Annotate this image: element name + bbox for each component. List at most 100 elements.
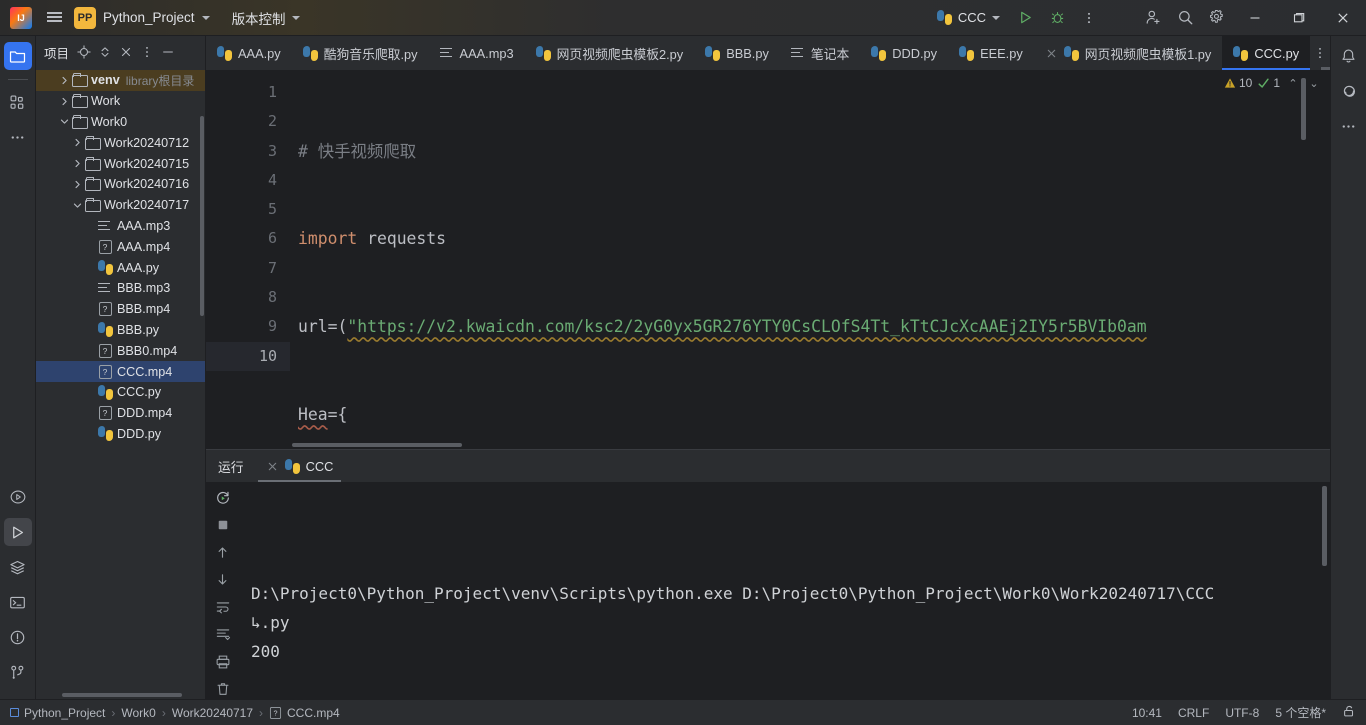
line-number[interactable]: 4 [206, 166, 290, 195]
tree-item[interactable]: AAA.mp3 [36, 216, 205, 237]
scroll-up-button[interactable] [212, 543, 234, 563]
stop-button[interactable] [212, 515, 234, 535]
panel-options-icon[interactable] [137, 42, 157, 62]
sidebar-item-run-anything[interactable] [4, 483, 32, 511]
tree-item[interactable]: DDD.py [36, 424, 205, 445]
clear-all-button[interactable] [212, 679, 234, 699]
tree-item[interactable]: ? CCC.mp4 [36, 361, 205, 382]
editor-tab[interactable]: AAA.mp3 [429, 36, 525, 70]
editor-code-area[interactable]: # 快手视频爬取 import requests url=("https://v… [290, 70, 1330, 449]
tree-item[interactable]: CCC.py [36, 382, 205, 403]
line-number[interactable]: 8 [206, 283, 290, 312]
editor-horizontal-scrollbar[interactable] [292, 443, 462, 447]
line-number[interactable]: 5 [206, 195, 290, 224]
sidebar-item-services[interactable] [4, 553, 32, 581]
editor-tab[interactable]: 网页视频爬虫模板2.py [525, 36, 695, 70]
lock-icon[interactable] [1342, 704, 1356, 721]
editor-tab[interactable]: CCC.py [1222, 36, 1311, 70]
editor-tab[interactable]: 网页视频爬虫模板1.py [1034, 36, 1223, 70]
right-rail-more-button[interactable] [1335, 112, 1363, 140]
project-tree[interactable]: venv library根目录 Work Work0 Work20240712 Work2… [36, 68, 205, 699]
line-number[interactable]: 9 [206, 312, 290, 341]
add-user-button[interactable] [1138, 4, 1168, 32]
debug-button[interactable] [1042, 4, 1072, 32]
code-editor[interactable]: 1 2 3 4 5 6 7 8 9 10 # 快手视频爬取 import requests url… [206, 70, 1330, 449]
editor-tab[interactable]: AAA.py [206, 36, 292, 70]
print-button[interactable] [212, 652, 234, 672]
tree-item[interactable]: Work [36, 91, 205, 112]
sidebar-item-more[interactable] [4, 123, 32, 151]
breadcrumb-item[interactable]: Python_Project [10, 706, 105, 720]
sidebar-item-structure[interactable] [4, 88, 32, 116]
encoding-widget[interactable]: UTF-8 [1225, 706, 1259, 720]
close-icon[interactable] [1045, 47, 1058, 60]
scroll-to-end-button[interactable] [212, 624, 234, 644]
line-number[interactable]: 6 [206, 224, 290, 253]
sidebar-item-version-control[interactable] [4, 658, 32, 686]
run-output-scrollbar[interactable] [1322, 486, 1327, 566]
ai-assistant-button[interactable] [1335, 77, 1363, 105]
line-number[interactable]: 7 [206, 254, 290, 283]
chevron-right-icon[interactable] [70, 157, 84, 171]
run-button[interactable] [1010, 4, 1040, 32]
editor-tab[interactable]: EEE.py [948, 36, 1034, 70]
project-tree-horizontal-scrollbar[interactable] [62, 693, 182, 697]
tree-item[interactable]: Work20240717 [36, 195, 205, 216]
sidebar-item-problems[interactable] [4, 623, 32, 651]
chevron-down-icon[interactable] [70, 198, 84, 212]
line-number[interactable]: 2 [206, 107, 290, 136]
tree-item[interactable]: BBB.mp3 [36, 278, 205, 299]
close-icon[interactable] [266, 460, 279, 473]
tree-item[interactable]: BBB.py [36, 320, 205, 341]
check-count[interactable]: 1 [1257, 76, 1280, 90]
tree-item[interactable]: Work20240715 [36, 153, 205, 174]
chevron-right-icon[interactable] [70, 136, 84, 150]
locate-file-icon[interactable] [74, 42, 94, 62]
editor-gutter[interactable]: 1 2 3 4 5 6 7 8 9 10 [206, 70, 290, 449]
previous-problem-icon[interactable]: ⌃ [1285, 77, 1301, 90]
chevron-right-icon[interactable] [57, 94, 71, 108]
breadcrumb-item[interactable]: Work20240717 [172, 706, 253, 720]
project-tree-vertical-scrollbar[interactable] [200, 116, 204, 316]
breadcrumb-item[interactable]: Work0 [121, 706, 155, 720]
sidebar-item-run[interactable] [3, 518, 32, 546]
next-problem-icon[interactable]: ⌄ [1306, 77, 1322, 90]
sidebar-item-project[interactable] [3, 42, 32, 70]
warning-count[interactable]: 10 [1224, 76, 1252, 90]
close-panel-icon[interactable] [116, 42, 136, 62]
maximize-window-button[interactable] [1278, 0, 1320, 36]
line-number[interactable]: 3 [206, 137, 290, 166]
project-selector[interactable]: Python_Project [103, 10, 210, 25]
editor-tab[interactable]: 酷狗音乐爬取.py [292, 36, 429, 70]
indent-widget[interactable]: 5 个空格* [1275, 704, 1326, 721]
editor-tab[interactable]: DDD.py [860, 36, 948, 70]
tree-item[interactable]: ? AAA.mp4 [36, 236, 205, 257]
search-button[interactable] [1170, 4, 1200, 32]
line-number[interactable]: 1 [206, 78, 290, 107]
tree-item[interactable]: ? BBB0.mp4 [36, 340, 205, 361]
tree-item[interactable]: Work0 [36, 112, 205, 133]
minimize-window-button[interactable] [1234, 0, 1276, 36]
tree-item[interactable]: ? DDD.mp4 [36, 403, 205, 424]
run-tab-ccc[interactable]: CCC [256, 450, 344, 482]
expand-collapse-icon[interactable] [95, 42, 115, 62]
chevron-right-icon[interactable] [57, 73, 71, 87]
tree-item[interactable]: Work20240712 [36, 132, 205, 153]
run-output-console[interactable]: D:\Project0\Python_Project\venv\Scripts\… [239, 482, 1330, 699]
editor-tab[interactable]: 笔记本 [780, 36, 860, 70]
close-window-button[interactable] [1322, 0, 1364, 36]
scroll-down-button[interactable] [212, 570, 234, 590]
notifications-button[interactable] [1335, 42, 1363, 70]
vcs-widget[interactable]: 版本控制 [232, 8, 300, 28]
tab-list-more-icon[interactable] [1310, 36, 1330, 70]
editor-tab[interactable]: BBB.py [694, 36, 780, 70]
soft-wrap-button[interactable] [212, 597, 234, 617]
tree-item[interactable]: Work20240716 [36, 174, 205, 195]
breadcrumb[interactable]: Python_Project › Work0 › Work20240717 ›? CCC.m… [10, 706, 340, 720]
rerun-button[interactable] [212, 488, 234, 508]
line-number[interactable]: 10 [206, 341, 290, 371]
settings-button[interactable] [1202, 4, 1232, 32]
sidebar-item-terminal[interactable] [4, 588, 32, 616]
hide-panel-icon[interactable] [158, 42, 178, 62]
main-menu-hamburger-icon[interactable] [40, 4, 68, 32]
